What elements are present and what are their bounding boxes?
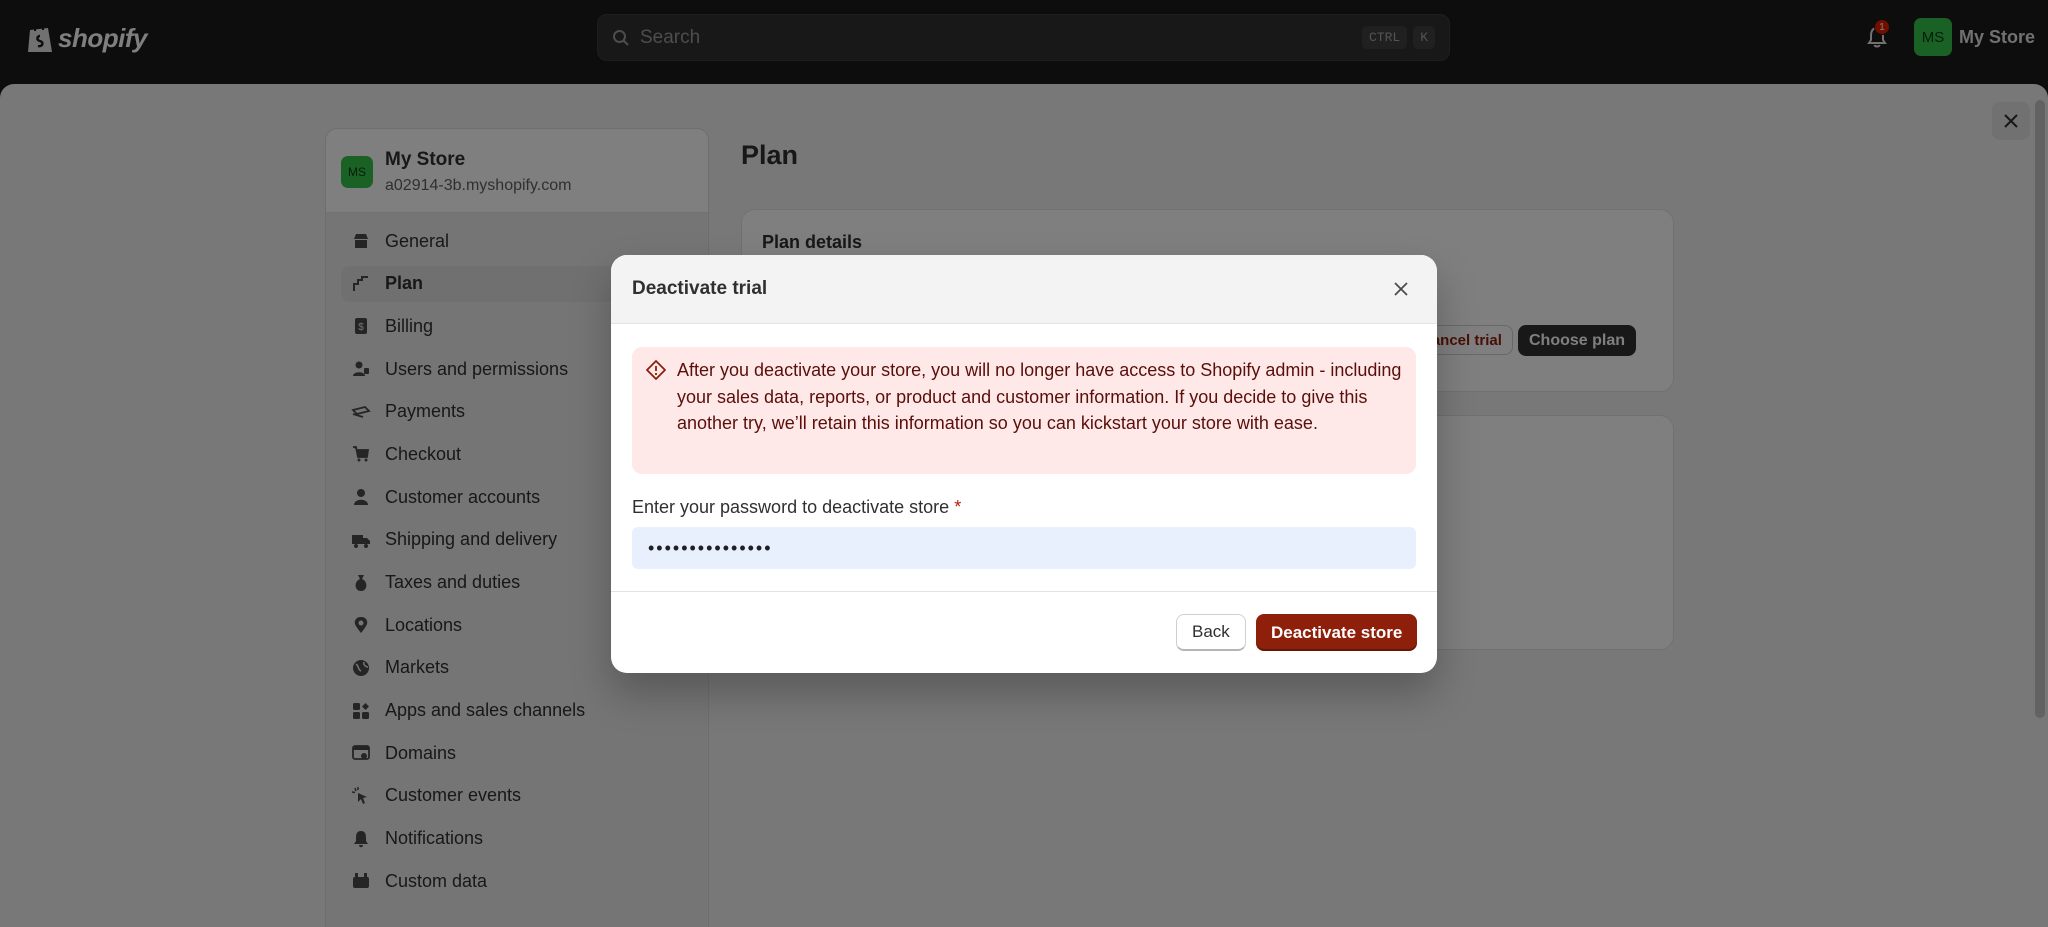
modal-footer: Back Deactivate store [611,591,1437,673]
required-mark: * [954,497,962,517]
password-field[interactable]: ••••••••••••••• [632,527,1416,569]
banner-text: After you deactivate your store, you wil… [677,360,1402,433]
modal-title: Deactivate trial [632,278,768,299]
password-label-text: Enter your password to deactivate store [632,497,950,517]
deactivate-store-button[interactable]: Deactivate store [1256,614,1418,651]
deactivate-trial-modal: Deactivate trial After you deactivate yo… [611,255,1437,673]
back-button[interactable]: Back [1176,614,1246,651]
critical-banner: After you deactivate your store, you wil… [632,347,1416,474]
close-icon [1394,282,1408,296]
modal-close-button[interactable] [1386,274,1416,304]
password-label: Enter your password to deactivate store … [632,497,961,518]
alert-diamond-icon [646,360,666,380]
modal-header: Deactivate trial [611,255,1437,324]
